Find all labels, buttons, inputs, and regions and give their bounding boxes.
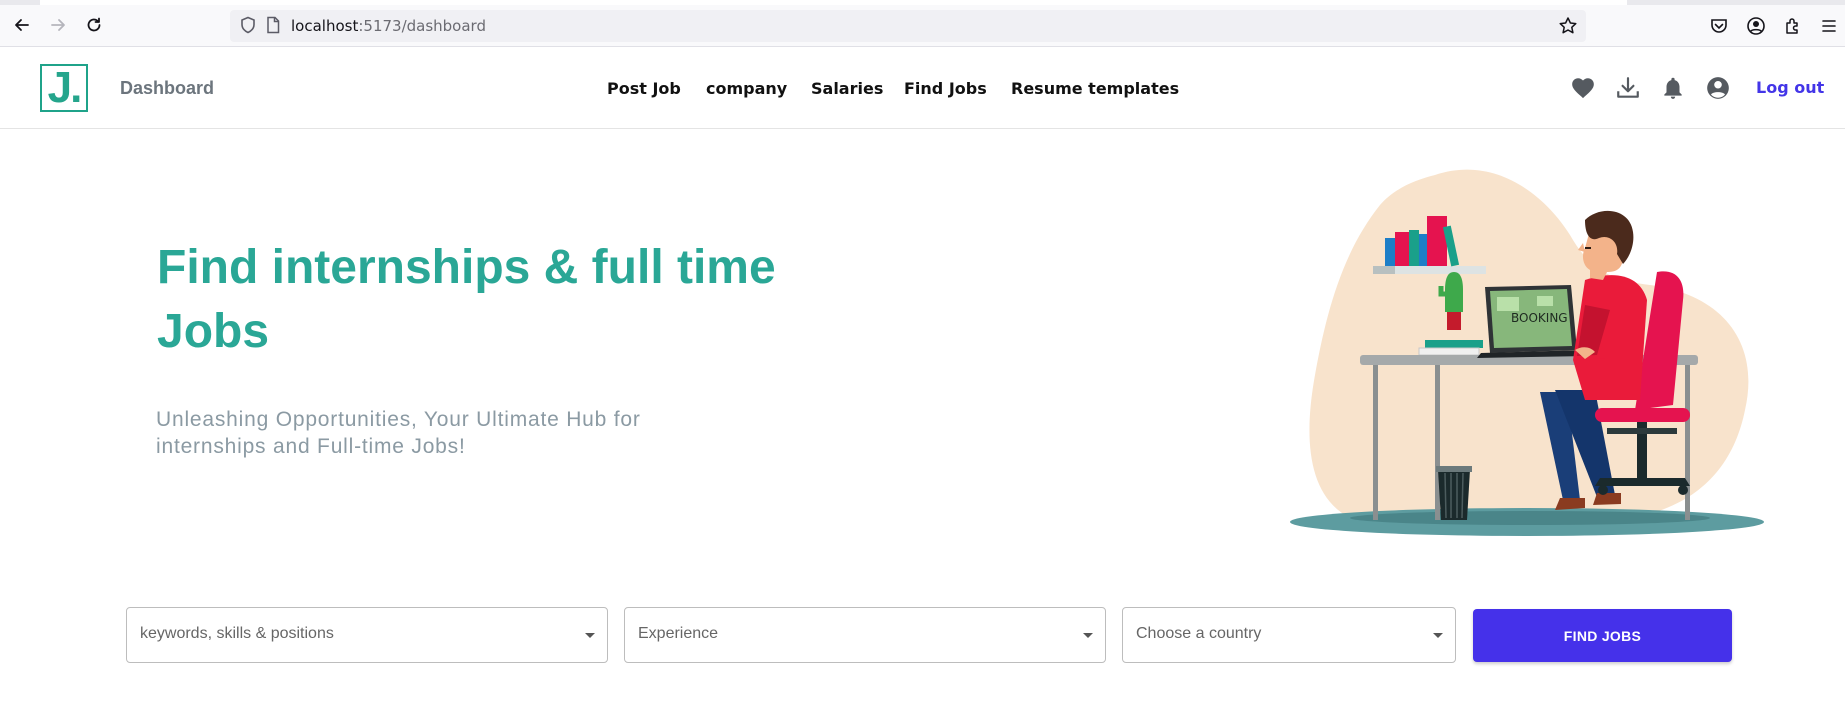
url-path: :5173/dashboard: [358, 17, 486, 35]
nav-find-jobs[interactable]: Find Jobs: [904, 79, 987, 98]
bookmark-star-icon[interactable]: [1558, 16, 1578, 36]
hero-illustration: BOOKING: [1290, 169, 1764, 536]
trash-bin: [1438, 470, 1470, 520]
chevron-down-icon[interactable]: [1433, 633, 1443, 638]
forward-icon[interactable]: [47, 14, 69, 36]
experience-placeholder: Experience: [638, 625, 719, 642]
hero-title: Find internships & full time Jobs: [157, 236, 857, 364]
experience-select[interactable]: Experience: [624, 607, 1106, 663]
chevron-down-icon[interactable]: [585, 633, 595, 638]
account-circle-icon[interactable]: [1746, 16, 1766, 36]
reload-icon[interactable]: [83, 14, 105, 36]
dashboard-link[interactable]: Dashboard: [120, 78, 214, 99]
menu-icon[interactable]: [1819, 16, 1839, 36]
bell-icon[interactable]: [1660, 75, 1686, 101]
chevron-down-icon[interactable]: [1083, 633, 1093, 638]
hero-title-line-1: Find internships & full time: [157, 241, 776, 294]
extensions-icon[interactable]: [1783, 16, 1803, 36]
pocket-icon[interactable]: [1709, 16, 1729, 36]
nav-salaries[interactable]: Salaries: [811, 79, 883, 98]
keywords-select[interactable]: keywords, skills & positions: [126, 607, 608, 663]
account-icon[interactable]: [1705, 75, 1731, 101]
page-icon[interactable]: [266, 16, 282, 36]
hero-subtitle: Unleashing Opportunities, Your Ultimate …: [156, 406, 776, 460]
active-tab[interactable]: [40, 0, 1627, 5]
nav-company[interactable]: company: [706, 79, 787, 98]
keywords-placeholder: keywords, skills & positions: [140, 625, 334, 642]
tab-strip: [0, 0, 1845, 5]
country-select[interactable]: Choose a country: [1122, 607, 1456, 663]
url-host: localhost: [291, 17, 359, 35]
laptop-screen-text: BOOKING: [1511, 311, 1568, 325]
shield-icon[interactable]: [240, 16, 258, 36]
hero-subtitle-line-1: Unleashing Opportunities, Your Ultimate …: [156, 408, 641, 431]
country-placeholder: Choose a country: [1136, 625, 1262, 642]
hero-title-line-2: Jobs: [157, 305, 270, 358]
download-icon[interactable]: [1615, 75, 1641, 101]
brand-text: J.: [47, 63, 83, 112]
brand-logo[interactable]: J.: [40, 64, 88, 112]
back-icon[interactable]: [11, 14, 33, 36]
logout-link[interactable]: Log out: [1756, 78, 1824, 97]
nav-post-job[interactable]: Post Job: [607, 79, 681, 98]
nav-resume-templates[interactable]: Resume templates: [1011, 79, 1179, 98]
find-jobs-button[interactable]: FIND JOBS: [1473, 609, 1732, 662]
url-text[interactable]: localhost:5173/dashboard: [291, 16, 486, 36]
heart-icon[interactable]: [1570, 75, 1596, 101]
hero-subtitle-line-2: internships and Full-time Jobs!: [156, 435, 466, 458]
